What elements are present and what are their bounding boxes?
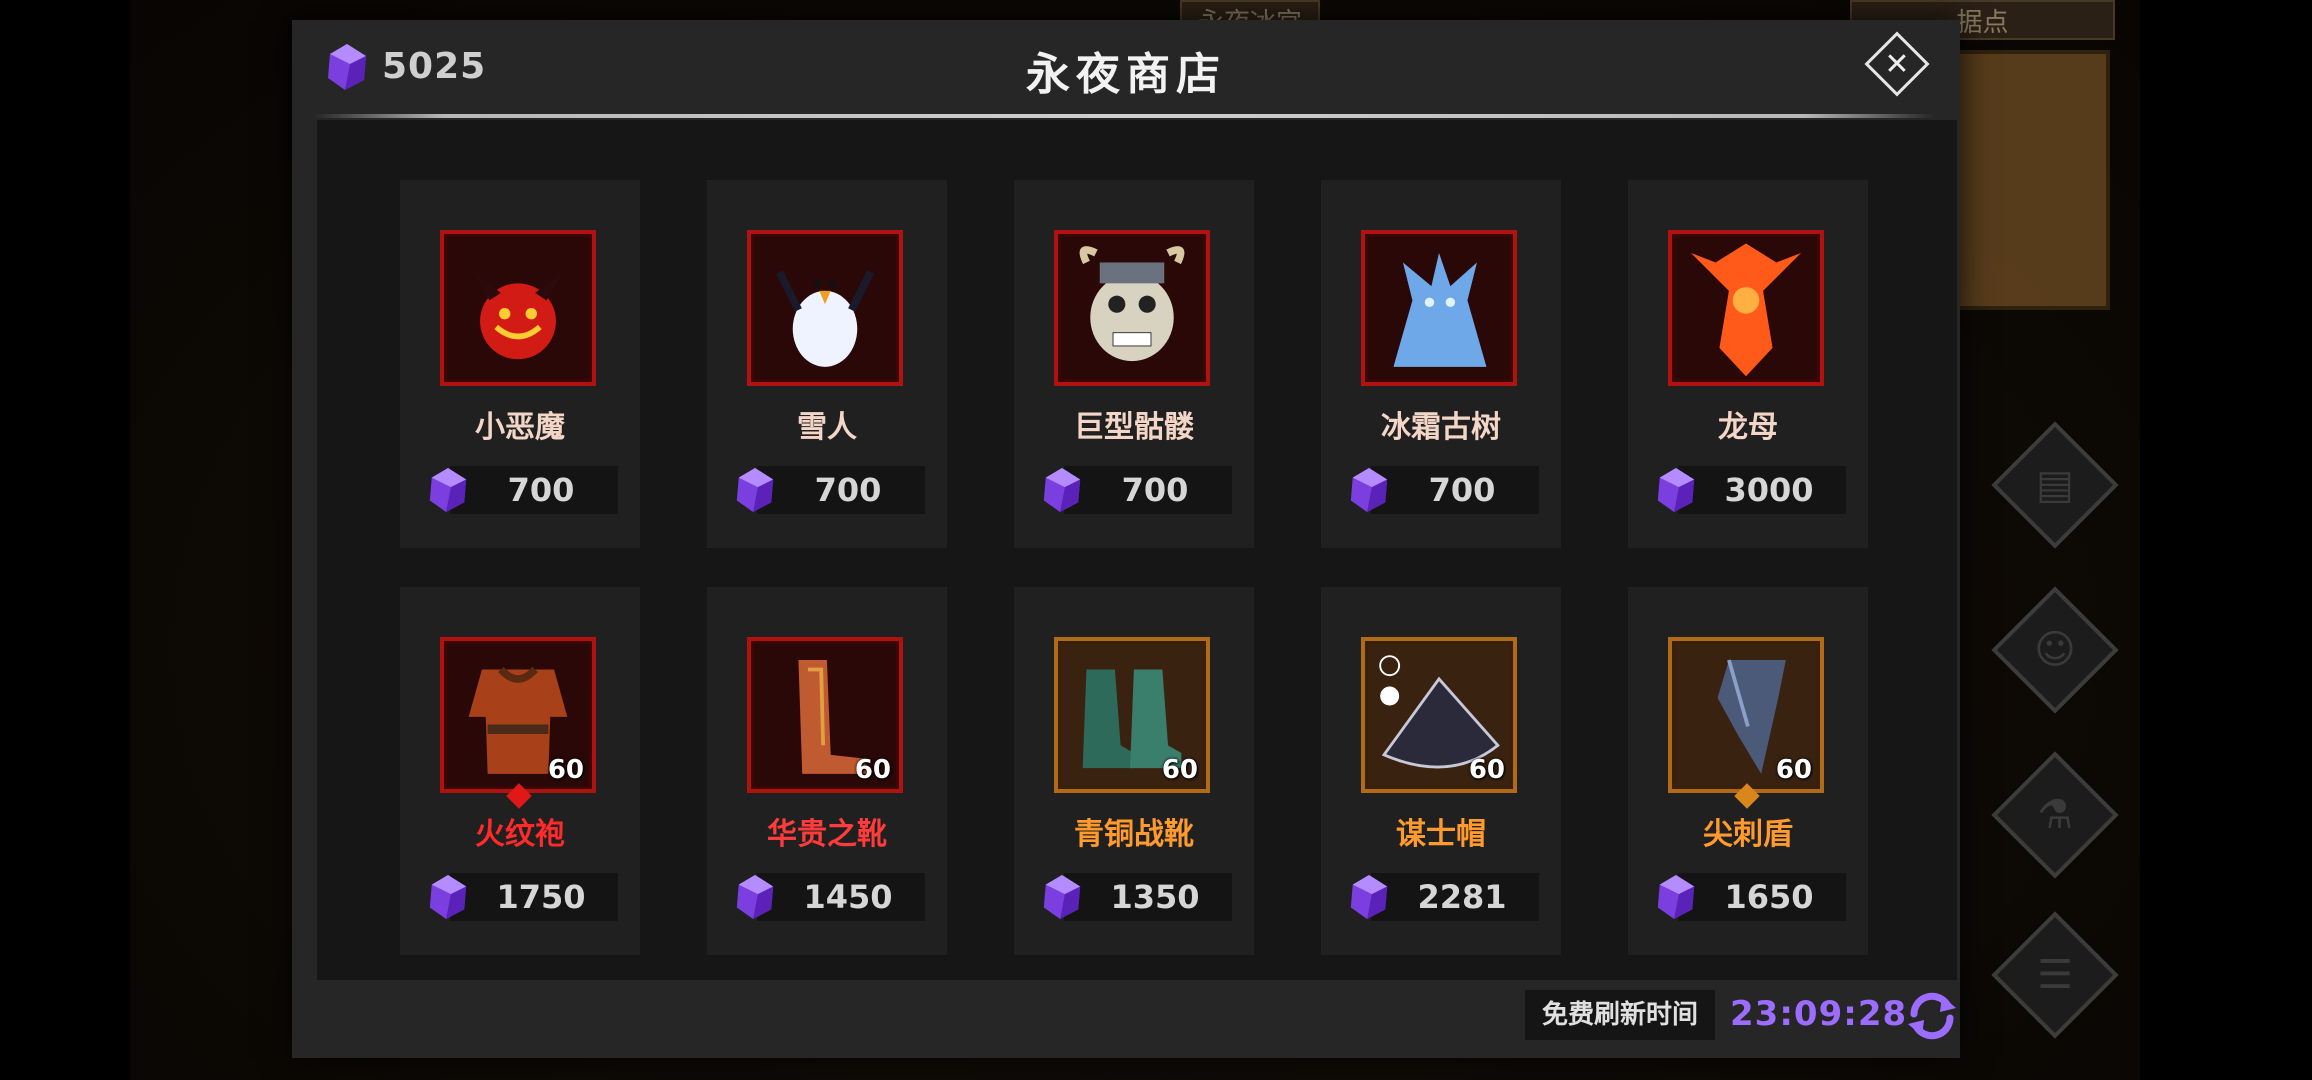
dragon-mother-icon xyxy=(1690,243,1802,377)
shop-items-grid: 小恶魔 700 雪人 700 巨型骷髅 700 冰霜古树 700 龙母 3000 60 火纹袍 1750… xyxy=(317,120,1957,980)
item-level-badge: 60 xyxy=(547,755,584,785)
item-name: 谋士帽 xyxy=(1396,817,1486,852)
close-icon: ✕ xyxy=(1884,46,1910,82)
side-potion-button: ⚗ xyxy=(1991,751,2119,879)
item-name: 雪人 xyxy=(797,410,857,445)
item-name: 冰霜古树 xyxy=(1381,410,1501,445)
shop-item-card[interactable]: 60 尖刺盾 1650 xyxy=(1628,587,1868,955)
shop-item-card[interactable]: 雪人 700 xyxy=(707,180,947,548)
item-icon-frame: 60 xyxy=(440,637,596,793)
yeti-icon xyxy=(776,270,874,367)
item-level-badge: 60 xyxy=(854,755,891,785)
shop-item-card[interactable]: 60 华贵之靴 1450 xyxy=(707,587,947,955)
shop-header: 5025 永夜商店 ✕ xyxy=(292,20,1960,120)
imp-icon xyxy=(472,271,564,360)
item-price: 1450 xyxy=(803,878,893,916)
refresh-countdown: 23:09:28 xyxy=(1730,994,1908,1034)
item-name: 华贵之靴 xyxy=(767,817,887,852)
item-icon-frame xyxy=(1361,230,1517,386)
item-name: 龙母 xyxy=(1718,410,1778,445)
item-price: 700 xyxy=(1121,471,1189,509)
side-social-button: ☺ xyxy=(1991,586,2119,714)
item-level-badge: 60 xyxy=(1468,755,1505,785)
item-icon-frame xyxy=(440,230,596,386)
item-icon-frame xyxy=(747,230,903,386)
item-price: 1750 xyxy=(496,878,586,916)
people-icon: ☺ xyxy=(2034,627,2076,673)
page-title: 永夜商店 xyxy=(1026,49,1226,100)
giant-skeleton-icon xyxy=(1079,246,1185,362)
shop-dialog: 5025 永夜商店 ✕ 小恶魔 700 雪人 700 巨型骷髅 700 冰霜古树 700 龙母 3… xyxy=(292,20,1960,1058)
item-icon-frame: 60 xyxy=(1054,637,1210,793)
item-icon-frame: 60 xyxy=(1361,637,1517,793)
item-name: 青铜战靴 xyxy=(1074,817,1194,852)
shop-item-card[interactable]: 巨型骷髅 700 xyxy=(1014,180,1254,548)
frost-treant-icon xyxy=(1393,252,1487,367)
background-minimap xyxy=(1950,50,2110,310)
list-icon: ☰ xyxy=(2037,952,2073,998)
potion-icon: ⚗ xyxy=(2037,792,2073,838)
item-icon-frame xyxy=(1054,230,1210,386)
side-menu-button: ☰ xyxy=(1991,911,2119,1039)
shop-item-card[interactable]: 龙母 3000 xyxy=(1628,180,1868,548)
close-button[interactable]: ✕ xyxy=(1862,29,1932,99)
shop-item-card[interactable]: 60 谋士帽 2281 xyxy=(1321,587,1561,955)
refresh-icon[interactable] xyxy=(1904,988,1960,1044)
shop-item-card[interactable]: 60 火纹袍 1750 xyxy=(400,587,640,955)
side-quest-button: ▤ xyxy=(1991,421,2119,549)
item-level-badge: 60 xyxy=(1161,755,1198,785)
shop-item-card[interactable]: 60 青铜战靴 1350 xyxy=(1014,587,1254,955)
item-icon-frame: 60 xyxy=(1668,637,1824,793)
item-icon-frame xyxy=(1668,230,1824,386)
shop-item-card[interactable]: 冰霜古树 700 xyxy=(1321,180,1561,548)
item-icon-frame: 60 xyxy=(747,637,903,793)
item-price: 700 xyxy=(1428,471,1496,509)
item-name: 巨型骷髅 xyxy=(1074,410,1194,445)
free-refresh-label: 免费刷新时间 xyxy=(1525,990,1715,1040)
item-level-badge: 60 xyxy=(1775,755,1812,785)
item-name: 小恶魔 xyxy=(475,410,565,445)
header-divider xyxy=(314,114,1934,118)
scroll-icon: ▤ xyxy=(2036,462,2074,508)
item-price: 3000 xyxy=(1724,471,1814,509)
item-price: 2281 xyxy=(1417,878,1507,916)
item-price: 700 xyxy=(507,471,575,509)
item-price: 1350 xyxy=(1110,878,1200,916)
item-price: 700 xyxy=(814,471,882,509)
item-name: 火纹袍 xyxy=(475,817,565,852)
shop-item-card[interactable]: 小恶魔 700 xyxy=(400,180,640,548)
item-name: 尖刺盾 xyxy=(1703,817,1793,852)
item-price: 1650 xyxy=(1724,878,1814,916)
